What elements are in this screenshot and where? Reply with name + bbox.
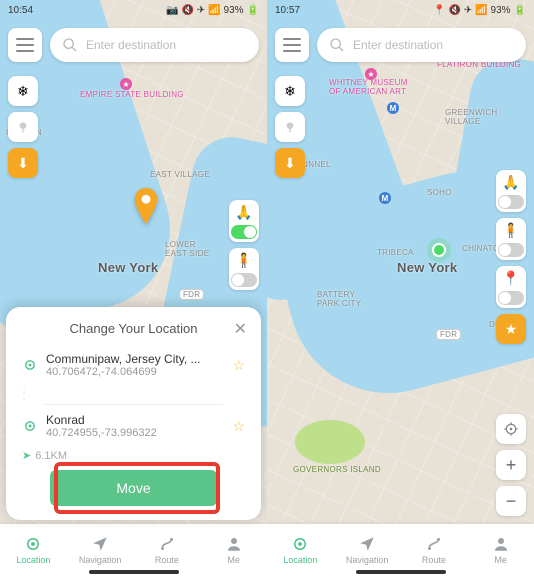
location-item[interactable]: Konrad 40.724955,-73.996322 ☆	[10, 407, 257, 445]
left-toolbar: ❄︎ ⬇	[275, 76, 305, 178]
user-icon	[492, 535, 510, 553]
status-bar: 10:54 📷 🔇 ✈︎ 📶 93% 🔋	[0, 0, 267, 20]
origin-icon	[22, 357, 38, 373]
person-toggle[interactable]: 🧍	[496, 218, 526, 260]
tab-bar: Location Navigation Route Me	[267, 524, 534, 576]
home-indicator	[89, 570, 179, 574]
tab-navigation[interactable]: Navigation	[67, 524, 134, 576]
map-canvas[interactable]: Whitney Museum of American Art Flatiron …	[267, 0, 534, 576]
search-bar: Enter destination	[8, 26, 259, 64]
sheet-title: Change Your Location ✕	[10, 317, 257, 346]
map-pin-icon[interactable]	[132, 188, 160, 229]
tab-bar: Location Navigation Route Me	[0, 524, 267, 576]
locate-grey-button[interactable]	[8, 112, 38, 142]
home-indicator	[356, 570, 446, 574]
road-shield: FDR	[437, 330, 460, 339]
star-icon[interactable]: ☆	[232, 357, 245, 374]
zoom-out-button[interactable]: −	[496, 486, 526, 516]
area-label: LOWER EAST SIDE	[165, 240, 209, 258]
route-icon	[158, 535, 176, 553]
star-icon[interactable]: ☆	[232, 418, 245, 435]
status-battery: 93%	[224, 5, 244, 16]
location-item[interactable]: Communipaw, Jersey City, ... 40.706472,-…	[10, 346, 257, 384]
snow-button[interactable]: ❄︎	[275, 76, 305, 106]
navigation-icon	[91, 535, 109, 553]
right-toolbar: 🙏 🧍	[229, 200, 259, 290]
location-name: Communipaw, Jersey City, ...	[46, 352, 224, 366]
locate-grey-button[interactable]	[275, 112, 305, 142]
pin-toggle[interactable]: 📍	[496, 266, 526, 308]
tab-me[interactable]: Me	[200, 524, 267, 576]
status-time: 10:54	[8, 5, 33, 16]
recenter-button[interactable]	[496, 414, 526, 444]
tab-route[interactable]: Route	[401, 524, 468, 576]
search-placeholder: Enter destination	[86, 38, 176, 52]
poi-icon: ★	[120, 78, 132, 90]
search-input[interactable]: Enter destination	[317, 28, 526, 62]
connector-dots: ···	[10, 384, 26, 402]
location-name: Konrad	[46, 413, 224, 427]
location-coords: 40.706472,-74.064699	[46, 366, 224, 378]
user-icon	[225, 535, 243, 553]
search-icon	[329, 37, 345, 53]
poi-icon: ★	[365, 68, 377, 80]
search-input[interactable]: Enter destination	[50, 28, 259, 62]
city-label: New York	[98, 260, 158, 275]
metro-icon: M	[387, 102, 399, 114]
right-toolbar: 🙏 🧍 📍 ★	[496, 170, 526, 344]
city-label: New York	[397, 260, 457, 275]
area-label: TRIBECA	[377, 248, 414, 257]
tab-location[interactable]: Location	[0, 524, 67, 576]
favorite-button[interactable]: ★	[496, 314, 526, 344]
status-time: 10:57	[275, 5, 300, 16]
status-bar: 10:57 📍 🔇 ✈︎ 📶 93% 🔋	[267, 0, 534, 20]
left-toolbar: ❄︎ ⬇	[8, 76, 38, 178]
search-placeholder: Enter destination	[353, 38, 443, 52]
zoom-in-button[interactable]: +	[496, 450, 526, 480]
download-button[interactable]: ⬇	[275, 148, 305, 178]
phone-right: Whitney Museum of American Art Flatiron …	[267, 0, 534, 576]
area-label: Governors Island	[293, 465, 381, 474]
status-battery: 93%	[491, 5, 511, 16]
highlight-box	[54, 462, 220, 514]
navigation-icon	[358, 535, 376, 553]
area-label: GREENWICH VILLAGE	[445, 108, 497, 126]
dest-icon	[22, 418, 38, 434]
location-icon	[291, 535, 309, 553]
poi-label-empire: Empire State Building	[80, 90, 184, 99]
tab-location[interactable]: Location	[267, 524, 334, 576]
close-icon[interactable]: ✕	[234, 319, 247, 339]
location-coords: 40.724955,-73.996322	[46, 427, 224, 439]
snow-button[interactable]: ❄︎	[8, 76, 38, 106]
pray-toggle[interactable]: 🙏	[496, 170, 526, 212]
area-label: SOHO	[427, 188, 452, 197]
zoom-toolbar: + −	[496, 414, 526, 516]
menu-button[interactable]	[8, 28, 42, 62]
tab-navigation[interactable]: Navigation	[334, 524, 401, 576]
tab-me[interactable]: Me	[467, 524, 534, 576]
current-location-dot	[427, 238, 451, 262]
phone-left: Empire State Building ★ EAST VILLAGE LOW…	[0, 0, 267, 576]
search-bar: Enter destination	[275, 26, 526, 64]
area-label: EAST VILLAGE	[150, 170, 210, 179]
poi-label: Whitney Museum of American Art	[329, 78, 408, 96]
pray-toggle[interactable]: 🙏	[229, 200, 259, 242]
download-button[interactable]: ⬇	[8, 148, 38, 178]
route-icon	[425, 535, 443, 553]
location-icon	[24, 535, 42, 553]
person-toggle[interactable]: 🧍	[229, 248, 259, 290]
area-label: BATTERY PARK CITY	[317, 290, 361, 308]
nav-arrow-icon: ➤	[22, 449, 31, 462]
road-shield: FDR	[180, 290, 203, 299]
tab-route[interactable]: Route	[134, 524, 201, 576]
menu-button[interactable]	[275, 28, 309, 62]
metro-icon: M	[379, 192, 391, 204]
search-icon	[62, 37, 78, 53]
